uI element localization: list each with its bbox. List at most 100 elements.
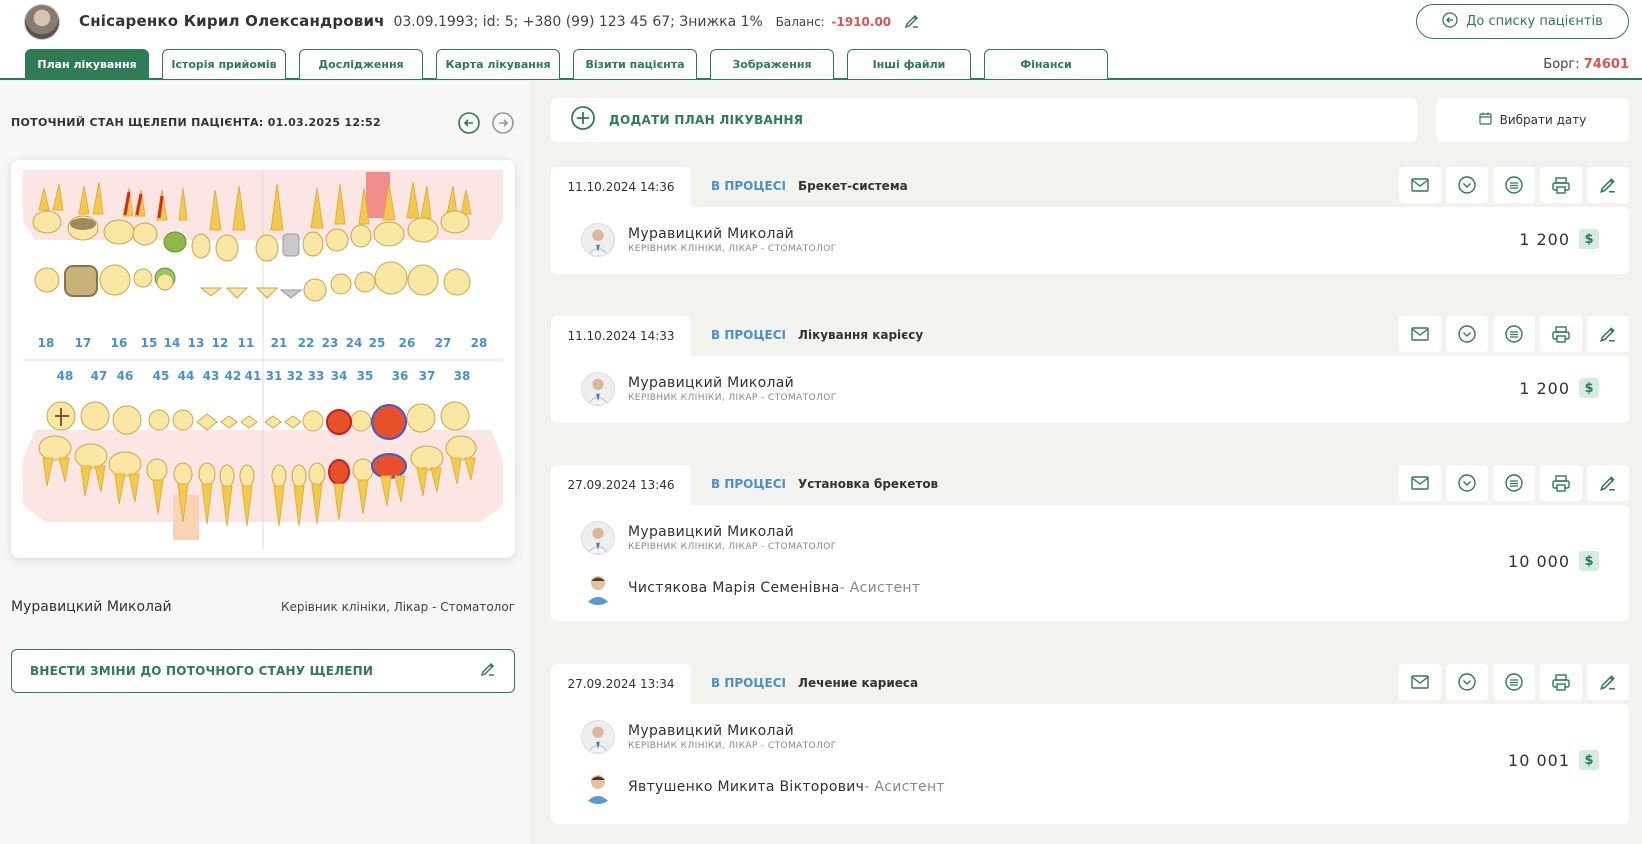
tooth-number[interactable]: 18: [38, 336, 55, 350]
tooth-number[interactable]: 25: [369, 336, 386, 350]
previous-state-button[interactable]: [458, 112, 480, 134]
tab-treatment-plan[interactable]: План лікування: [25, 49, 149, 79]
tooth-number[interactable]: 13: [188, 336, 205, 350]
tooth-number[interactable]: 33: [308, 369, 325, 383]
dollar-icon[interactable]: $: [1579, 750, 1599, 770]
tooth-number[interactable]: 26: [399, 336, 416, 350]
next-state-button[interactable]: [492, 112, 514, 134]
tooth-number[interactable]: 41: [245, 369, 262, 383]
tooth-number[interactable]: 11: [238, 336, 255, 350]
tab-treatment-card[interactable]: Карта лікування: [436, 49, 560, 79]
edit-icon: [480, 661, 496, 681]
tooth-number[interactable]: 12: [212, 336, 229, 350]
dollar-icon[interactable]: $: [1579, 378, 1599, 398]
plus-circle-icon: [571, 106, 595, 134]
tooth-number[interactable]: 24: [346, 336, 363, 350]
tooth-number[interactable]: 23: [322, 336, 339, 350]
mail-icon[interactable]: [1399, 664, 1441, 700]
edit-icon[interactable]: [1587, 316, 1629, 352]
jaw-state-title: ПОТОЧНИЙ СТАН ЩЕЛЕПИ ПАЦІЄНТА: 01.03.202…: [11, 116, 381, 129]
plan-title[interactable]: Установка брекетов: [798, 477, 938, 491]
tooth-number[interactable]: 17: [75, 336, 92, 350]
print-icon[interactable]: [1540, 664, 1582, 700]
calendar-icon: [1479, 112, 1492, 128]
tab-images[interactable]: Зображення: [710, 49, 834, 79]
complete-icon[interactable]: [1446, 465, 1488, 501]
complete-icon[interactable]: [1446, 167, 1488, 203]
details-icon[interactable]: [1493, 664, 1535, 700]
tab-patient-visits[interactable]: Візити пацієнта: [573, 49, 697, 79]
tooth-number[interactable]: 42: [225, 369, 242, 383]
plan-body: Муравицкий Миколай КЕРІВНИК КЛІНІКИ, ЛІК…: [551, 356, 1629, 423]
mail-icon[interactable]: [1399, 316, 1441, 352]
plan-status: В ПРОЦЕСІ: [711, 328, 786, 342]
plan-assistant: Чистякова Марія Семенівна - Асистент: [581, 571, 920, 605]
tooth-number[interactable]: 46: [117, 369, 134, 383]
jaw-doctor-role: Керівник клініки, Лікар - Стоматолог: [280, 600, 515, 614]
dental-chart[interactable]: 18 17 16 15 14 13 12 11 21 22 23 24 25 2…: [11, 160, 515, 558]
plan-title[interactable]: Брекет-система: [798, 179, 908, 193]
edit-icon[interactable]: [1587, 465, 1629, 501]
plan-title[interactable]: Лечение кариеса: [798, 676, 918, 690]
tooth-number[interactable]: 28: [471, 336, 488, 350]
tooth-number[interactable]: 15: [141, 336, 158, 350]
details-icon[interactable]: [1493, 465, 1535, 501]
print-icon[interactable]: [1540, 167, 1582, 203]
mail-icon[interactable]: [1399, 465, 1441, 501]
plan-title[interactable]: Лікування карієсу: [798, 328, 923, 342]
tooth-number[interactable]: 14: [164, 336, 181, 350]
tab-visit-history[interactable]: Історія прийомів: [162, 49, 286, 79]
doctor-role: КЕРІВНИК КЛІНІКИ, ЛІКАР - СТОМАТОЛОГ: [628, 393, 837, 403]
assistant-name: Чистякова Марія Семенівна: [628, 580, 840, 596]
plan-doctor: Муравицкий Миколай КЕРІВНИК КЛІНІКИ, ЛІК…: [581, 223, 837, 257]
edit-balance-icon[interactable]: [904, 13, 920, 33]
edit-icon[interactable]: [1587, 167, 1629, 203]
back-to-patients-button[interactable]: До списку пацієнтів: [1416, 4, 1629, 39]
dollar-icon[interactable]: $: [1579, 551, 1599, 571]
doctor-avatar: [581, 372, 615, 406]
tab-finances[interactable]: Фінанси: [984, 49, 1108, 79]
balance-value: -1910.00: [831, 15, 892, 29]
details-icon[interactable]: [1493, 167, 1535, 203]
tooth-number[interactable]: 45: [153, 369, 170, 383]
arrow-left-circle-icon: [1442, 11, 1458, 32]
details-icon[interactable]: [1493, 316, 1535, 352]
edit-jaw-state-button[interactable]: ВНЕСТИ ЗМІНИ ДО ПОТОЧНОГО СТАНУ ЩЕЛЕПИ: [11, 649, 515, 693]
tooth-number[interactable]: 38: [454, 369, 471, 383]
plan-doctor: Муравицкий Миколай КЕРІВНИК КЛІНІКИ, ЛІК…: [581, 521, 837, 555]
tooth-number[interactable]: 36: [392, 369, 409, 383]
plan-status: В ПРОЦЕСІ: [711, 676, 786, 690]
tooth-number[interactable]: 16: [111, 336, 128, 350]
complete-icon[interactable]: [1446, 664, 1488, 700]
tooth-number[interactable]: 47: [91, 369, 108, 383]
tooth-number[interactable]: 31: [266, 369, 283, 383]
tab-examinations[interactable]: Дослідження: [299, 49, 423, 79]
complete-icon[interactable]: [1446, 316, 1488, 352]
edit-icon[interactable]: [1587, 664, 1629, 700]
tooth-number[interactable]: 22: [298, 336, 315, 350]
print-icon[interactable]: [1540, 465, 1582, 501]
tooth-number[interactable]: 32: [287, 369, 304, 383]
tooth-number[interactable]: 48: [57, 369, 74, 383]
tooth-number[interactable]: 37: [419, 369, 436, 383]
tooth-number[interactable]: 35: [357, 369, 374, 383]
tooth-number[interactable]: 27: [435, 336, 452, 350]
price-value: 10 001: [1508, 750, 1570, 770]
tooth-number[interactable]: 43: [203, 369, 220, 383]
tooth-number[interactable]: 34: [331, 369, 348, 383]
tooth-number[interactable]: 21: [271, 336, 288, 350]
doctor-role: КЕРІВНИК КЛІНІКИ, ЛІКАР - СТОМАТОЛОГ: [628, 741, 837, 751]
add-treatment-plan-button[interactable]: ДОДАТИ ПЛАН ЛІКУВАННЯ: [551, 98, 1417, 142]
jaw-doctor: Муравицкий Миколай Керівник клініки, Лік…: [11, 599, 515, 615]
dollar-icon[interactable]: $: [1579, 229, 1599, 249]
doctor-avatar: [581, 223, 615, 257]
tab-other-files[interactable]: Інші файли: [847, 49, 971, 79]
price-value: 1 200: [1519, 229, 1570, 249]
print-icon[interactable]: [1540, 316, 1582, 352]
plan-date: 11.10.2024 14:33: [551, 316, 691, 356]
choose-date-button[interactable]: Вибрати дату: [1436, 98, 1629, 142]
plan-doctor: Муравицкий Миколай КЕРІВНИК КЛІНІКИ, ЛІК…: [581, 372, 837, 406]
plan-body: Муравицкий Миколай КЕРІВНИК КЛІНІКИ, ЛІК…: [551, 704, 1629, 824]
mail-icon[interactable]: [1399, 167, 1441, 203]
tooth-number[interactable]: 44: [178, 369, 195, 383]
